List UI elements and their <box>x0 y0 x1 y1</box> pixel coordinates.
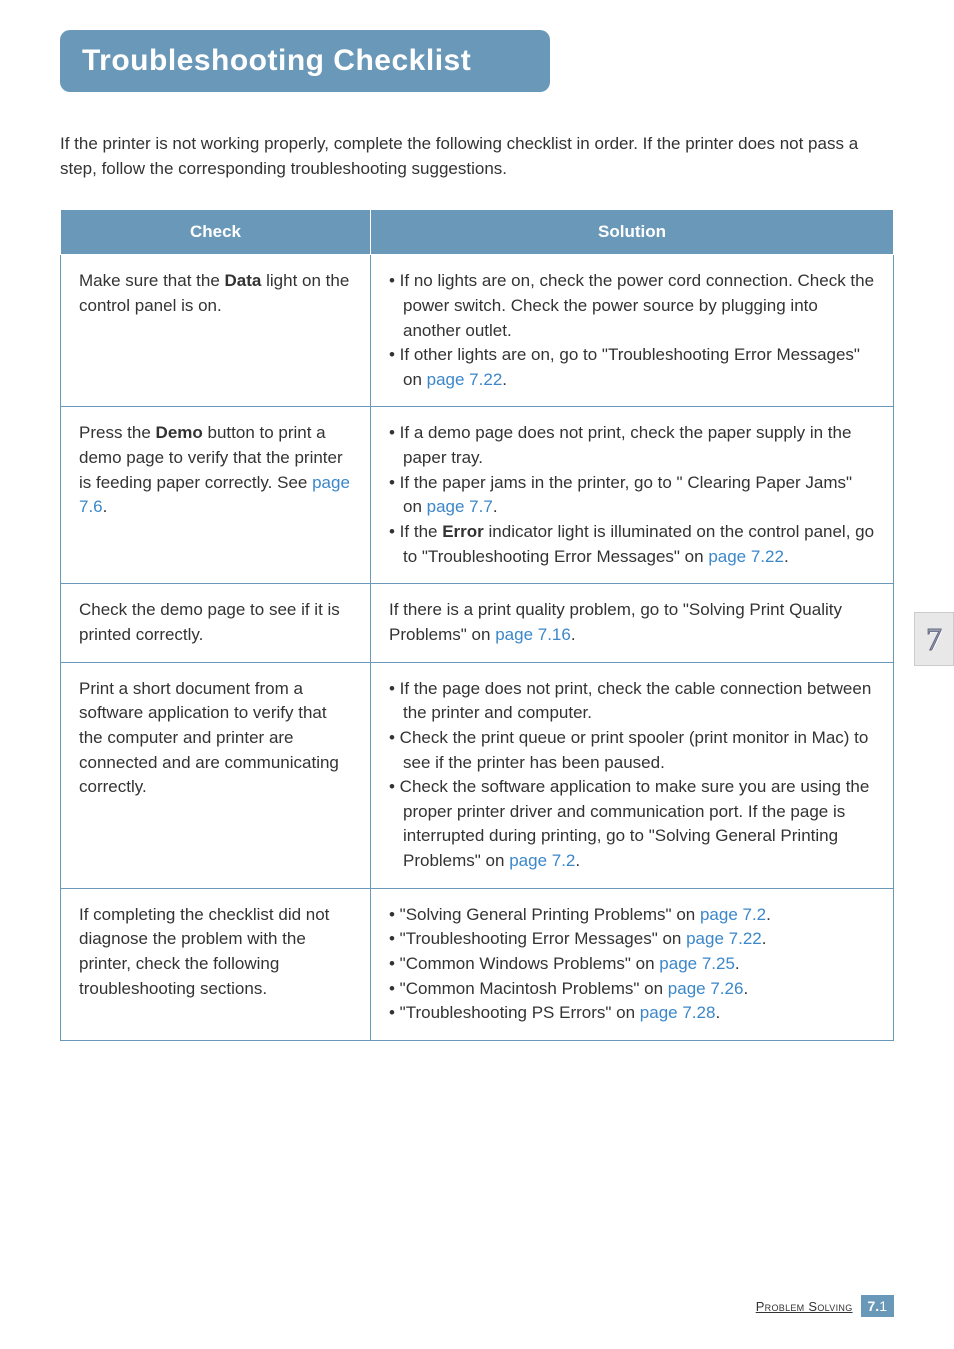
troubleshooting-table: Check Solution Make sure that the Data l… <box>60 209 894 1041</box>
page-link[interactable]: page 7.22 <box>427 370 503 389</box>
solution-cell: If there is a print quality problem, go … <box>371 584 894 662</box>
table-row: If completing the checklist did not diag… <box>61 888 894 1040</box>
chapter-tab: 7 <box>914 612 954 666</box>
page-link[interactable]: page 7.22 <box>708 547 784 566</box>
page-link[interactable]: page 7.22 <box>686 929 762 948</box>
page-title: Troubleshooting Checklist <box>60 30 550 92</box>
page-link[interactable]: page 7.7 <box>427 497 493 516</box>
page-link[interactable]: page 7.2 <box>509 851 575 870</box>
table-row: Press the Demo button to print a demo pa… <box>61 407 894 584</box>
page-link[interactable]: page 7.16 <box>495 625 571 644</box>
page-link[interactable]: page 7.2 <box>700 905 766 924</box>
footer-page-number: 7.1 <box>861 1295 894 1317</box>
page-link[interactable]: page 7.25 <box>659 954 735 973</box>
intro-paragraph: If the printer is not working properly, … <box>60 132 894 181</box>
page-footer: Problem Solving 7.1 <box>756 1295 894 1317</box>
header-solution: Solution <box>371 210 894 255</box>
solution-cell: • If a demo page does not print, check t… <box>371 407 894 584</box>
table-row: Check the demo page to see if it is prin… <box>61 584 894 662</box>
check-cell: Check the demo page to see if it is prin… <box>61 584 371 662</box>
check-cell: Press the Demo button to print a demo pa… <box>61 407 371 584</box>
table-row: Print a short document from a software a… <box>61 662 894 888</box>
check-cell: Print a short document from a software a… <box>61 662 371 888</box>
footer-section-label: Problem Solving <box>756 1299 853 1314</box>
solution-cell: • If no lights are on, check the power c… <box>371 255 894 407</box>
check-cell: Make sure that the Data light on the con… <box>61 255 371 407</box>
page-link[interactable]: page 7.28 <box>640 1003 716 1022</box>
table-row: Make sure that the Data light on the con… <box>61 255 894 407</box>
page-link[interactable]: page 7.26 <box>668 979 744 998</box>
check-cell: If completing the checklist did not diag… <box>61 888 371 1040</box>
solution-cell: • "Solving General Printing Problems" on… <box>371 888 894 1040</box>
header-check: Check <box>61 210 371 255</box>
solution-cell: • If the page does not print, check the … <box>371 662 894 888</box>
chapter-number: 7 <box>926 621 942 658</box>
